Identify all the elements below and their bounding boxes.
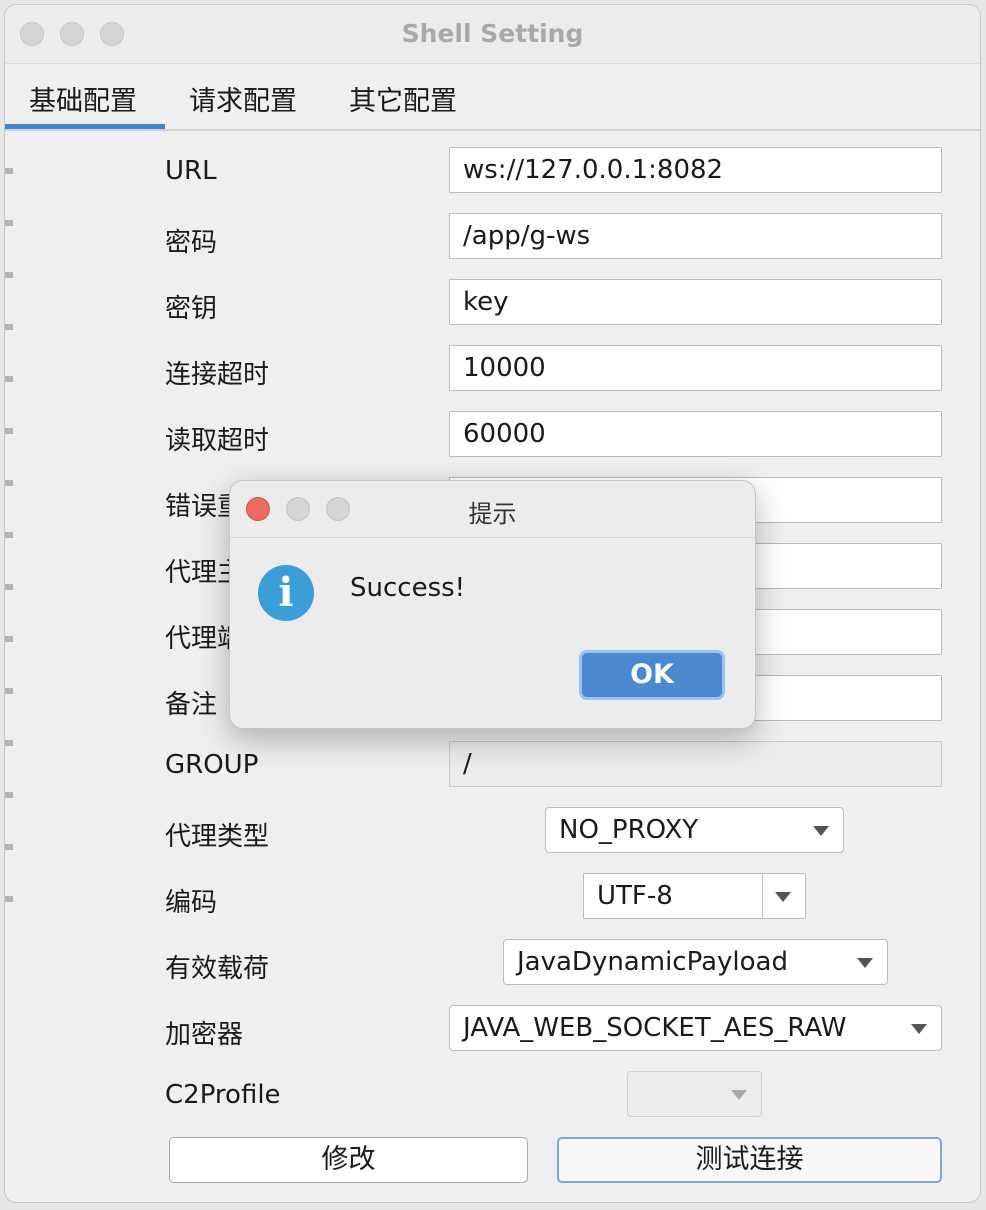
encoding-label: 编码: [165, 888, 218, 918]
group-label: GROUP: [165, 750, 259, 780]
title-bar: Shell Setting: [5, 5, 980, 64]
cryption-value: JAVA_WEB_SOCKET_AES_RAW: [463, 1013, 847, 1043]
payload-label: 有效载荷: [165, 954, 270, 984]
tab-basic-config[interactable]: 基础配置: [29, 79, 137, 118]
tab-request-config[interactable]: 请求配置: [189, 79, 297, 118]
dialog-title-bar: 提示: [230, 481, 755, 538]
chevron-down-icon: [731, 1090, 747, 1100]
password-label: 密码: [165, 228, 218, 258]
chevron-down-icon: [911, 1024, 927, 1034]
password-field[interactable]: /app/g-ws: [449, 213, 942, 259]
url-field[interactable]: ws://127.0.0.1:8082: [449, 147, 942, 193]
chevron-down-icon: [813, 826, 829, 836]
modify-button[interactable]: 修改: [169, 1137, 528, 1183]
proxy-type-value: NO_PROXY: [559, 815, 699, 845]
combo-separator: [762, 874, 763, 918]
chevron-down-icon: [857, 958, 873, 968]
encoding-value: UTF-8: [597, 881, 673, 911]
read-timeout-label: 读取超时: [165, 426, 270, 456]
proxy-type-label: 代理类型: [165, 822, 270, 852]
remark-label: 备注: [165, 690, 218, 720]
cryption-label: 加密器: [165, 1020, 244, 1050]
connect-timeout-label: 连接超时: [165, 360, 270, 390]
cryption-select[interactable]: JAVA_WEB_SOCKET_AES_RAW: [449, 1005, 942, 1051]
c2profile-label: C2Profile: [165, 1080, 281, 1110]
dialog-message: Success!: [350, 573, 466, 603]
active-tab-indicator: [5, 124, 165, 129]
proxy-type-select[interactable]: NO_PROXY: [545, 807, 844, 853]
url-label: URL: [165, 156, 217, 186]
dialog-title: 提示: [468, 500, 517, 528]
key-field[interactable]: key: [449, 279, 942, 325]
group-field[interactable]: /: [449, 741, 942, 787]
encoding-combobox[interactable]: UTF-8: [583, 873, 806, 919]
c2profile-select[interactable]: [627, 1071, 762, 1117]
payload-value: JavaDynamicPayload: [517, 947, 788, 977]
window-title: Shell Setting: [401, 19, 584, 48]
read-timeout-field[interactable]: 60000: [449, 411, 942, 457]
tab-bar: 基础配置 请求配置 其它配置: [5, 63, 980, 131]
ok-button[interactable]: OK: [579, 650, 725, 700]
key-label: 密钥: [165, 294, 218, 324]
test-connection-button[interactable]: 测试连接: [557, 1137, 942, 1183]
chevron-down-icon[interactable]: [775, 892, 791, 902]
info-dialog: 提示 i Success! OK: [229, 480, 756, 729]
connect-timeout-field[interactable]: 10000: [449, 345, 942, 391]
left-edge-decoration: [5, 130, 13, 920]
info-icon: i: [258, 565, 314, 621]
tab-other-config[interactable]: 其它配置: [349, 79, 457, 118]
payload-select[interactable]: JavaDynamicPayload: [503, 939, 888, 985]
